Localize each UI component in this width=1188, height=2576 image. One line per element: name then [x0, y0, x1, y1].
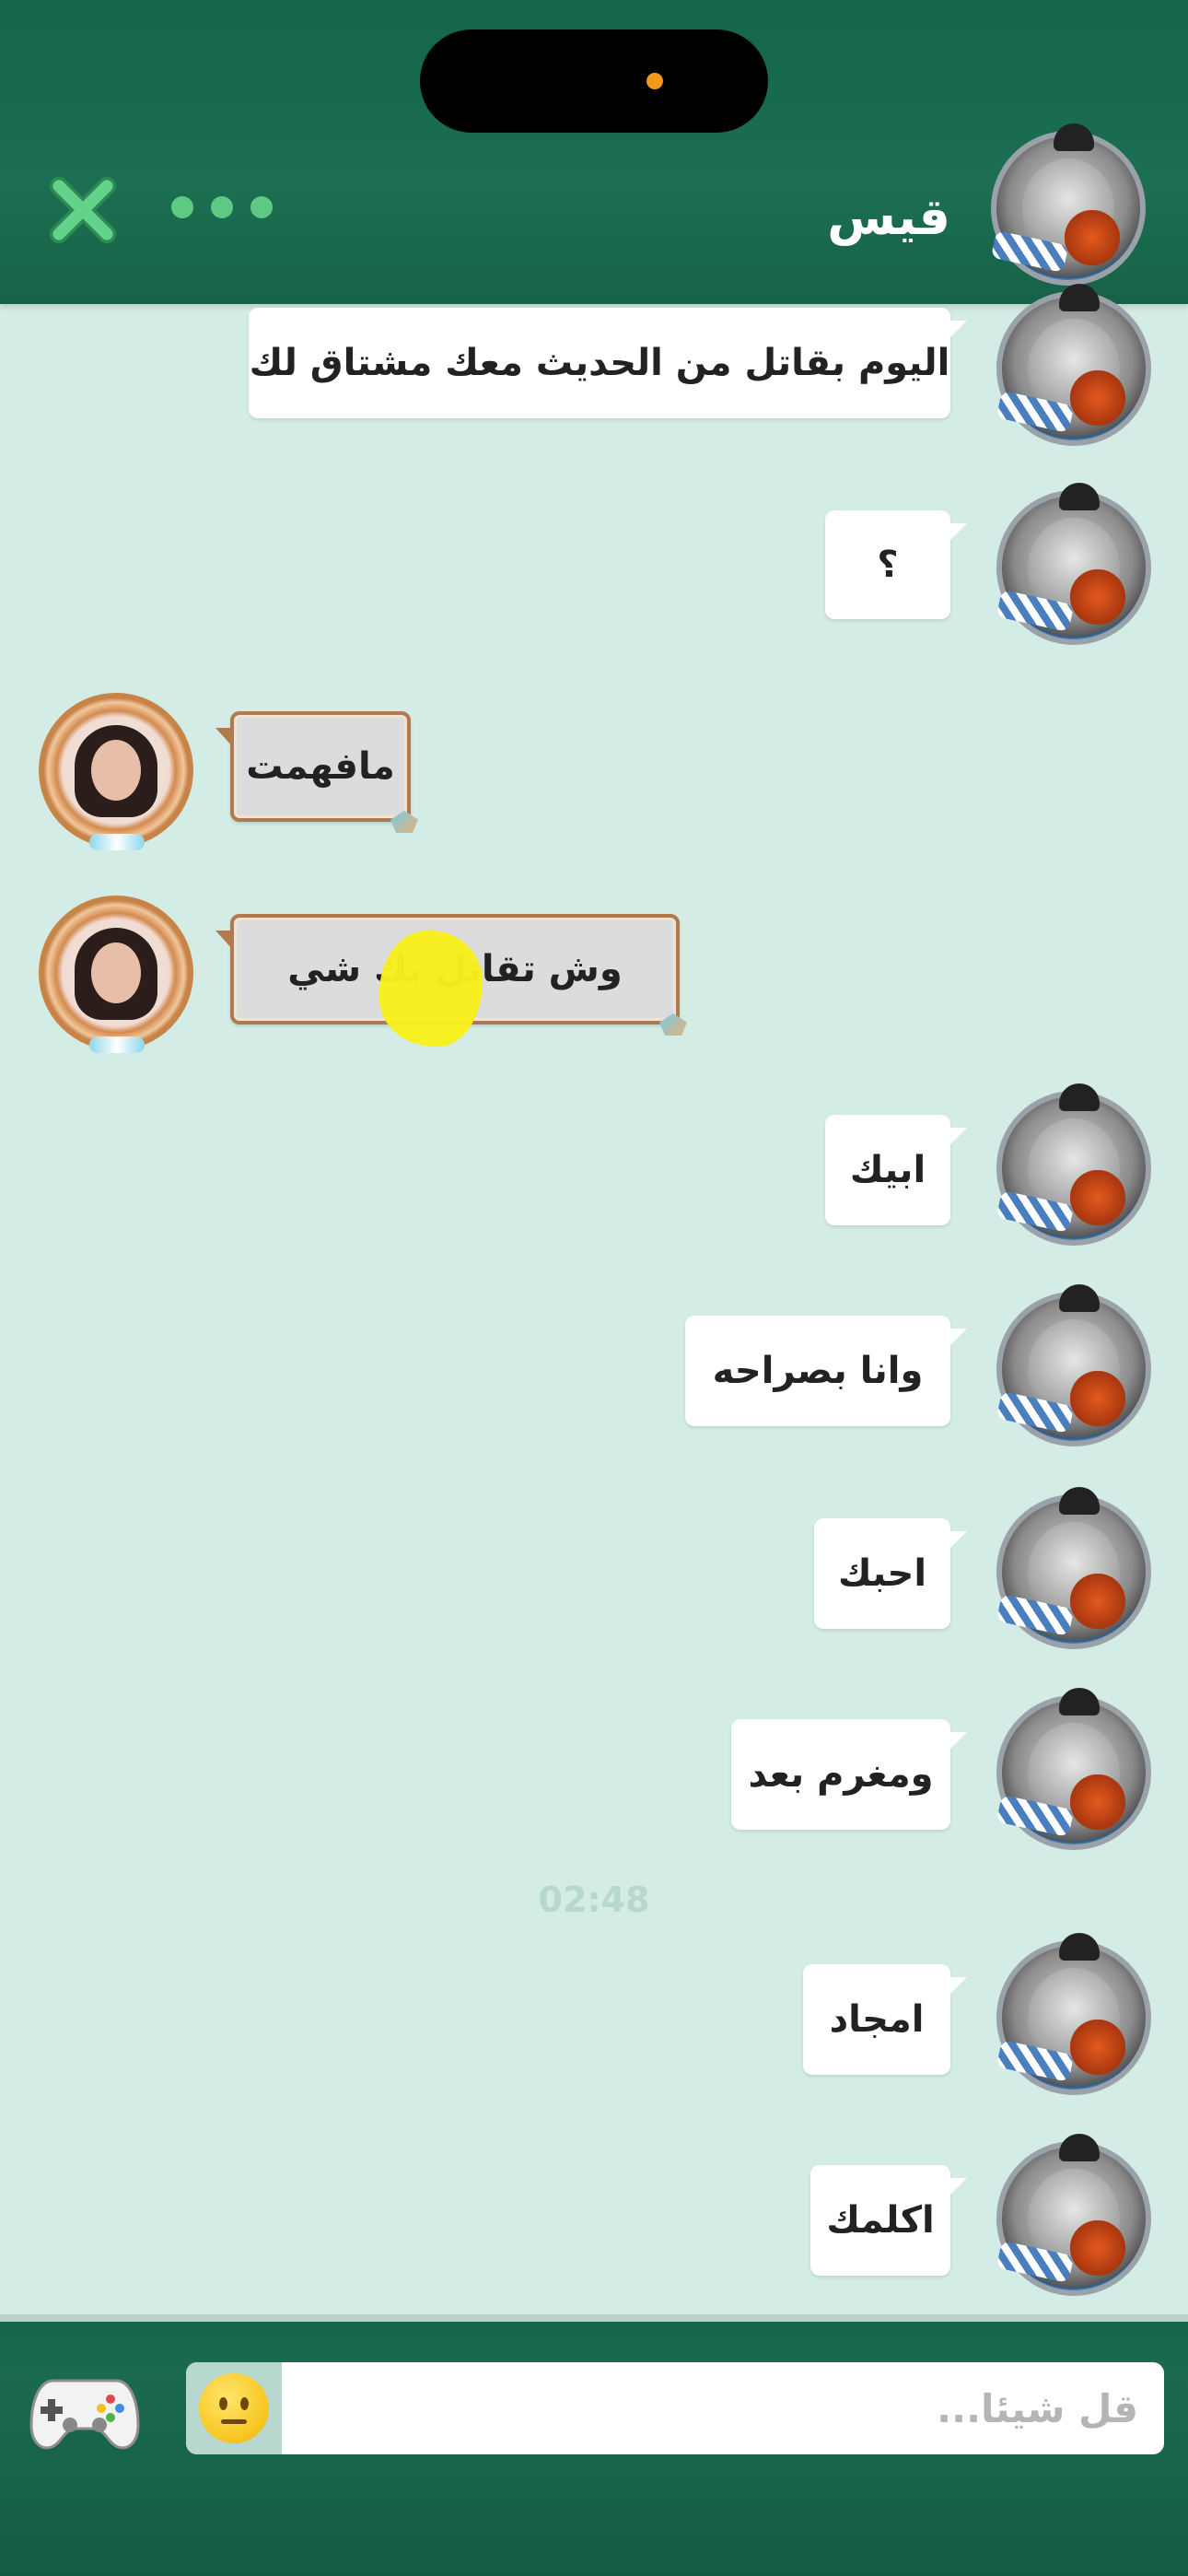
- sender-avatar[interactable]: [996, 284, 1151, 446]
- bubble-gem-icon: [659, 1013, 687, 1036]
- gamepad-icon: [29, 2379, 140, 2450]
- sender-avatar[interactable]: [996, 1083, 1151, 1246]
- message-bubble-outgoing[interactable]: اليوم بقاتل من الحديث معك مشتاق لك: [249, 308, 967, 418]
- message-bubble-outgoing[interactable]: احبك: [814, 1518, 967, 1629]
- sender-avatar[interactable]: [996, 1688, 1151, 1850]
- message-timestamp: 02:48: [538, 1879, 650, 1920]
- chat-header: قيس: [0, 0, 1188, 304]
- my-avatar[interactable]: [39, 896, 193, 1053]
- message-input[interactable]: [287, 2362, 1153, 2454]
- sender-avatar[interactable]: [996, 1933, 1151, 2095]
- message-bubble-outgoing[interactable]: اكلمك: [810, 2165, 967, 2276]
- gamepad-button[interactable]: [28, 2370, 142, 2454]
- contact-avatar[interactable]: [990, 123, 1146, 286]
- recording-indicator: [646, 73, 663, 89]
- more-dots-icon: [171, 196, 193, 218]
- my-avatar[interactable]: [39, 693, 193, 850]
- message-bubble-outgoing[interactable]: ؟: [825, 510, 967, 619]
- sender-avatar[interactable]: [996, 1487, 1151, 1649]
- sender-avatar[interactable]: [996, 1284, 1151, 1446]
- message-bubble-outgoing[interactable]: وانا بصراحه: [685, 1316, 967, 1426]
- redaction-scribble: [379, 931, 483, 1047]
- more-options-button[interactable]: [171, 189, 273, 226]
- message-bubble-outgoing[interactable]: ومغرم بعد: [731, 1719, 967, 1830]
- emoji-button[interactable]: [186, 2362, 282, 2454]
- sender-avatar[interactable]: [996, 2134, 1151, 2296]
- close-button[interactable]: [46, 173, 120, 247]
- message-bubble-outgoing[interactable]: ابيك: [825, 1115, 967, 1225]
- composer-bar: [0, 2314, 1188, 2576]
- sender-avatar[interactable]: [996, 483, 1151, 645]
- bubble-gem-icon: [390, 811, 418, 833]
- message-text: مافهمت: [246, 745, 395, 788]
- message-bubble-outgoing[interactable]: امجاد: [803, 1964, 967, 2075]
- contact-name: قيس: [827, 188, 950, 246]
- emoji-face-icon: [199, 2373, 269, 2443]
- message-bubble-incoming[interactable]: مافهمت: [215, 711, 418, 833]
- dynamic-island: [420, 29, 768, 133]
- message-input-container: [186, 2362, 1164, 2454]
- close-icon: [50, 177, 116, 243]
